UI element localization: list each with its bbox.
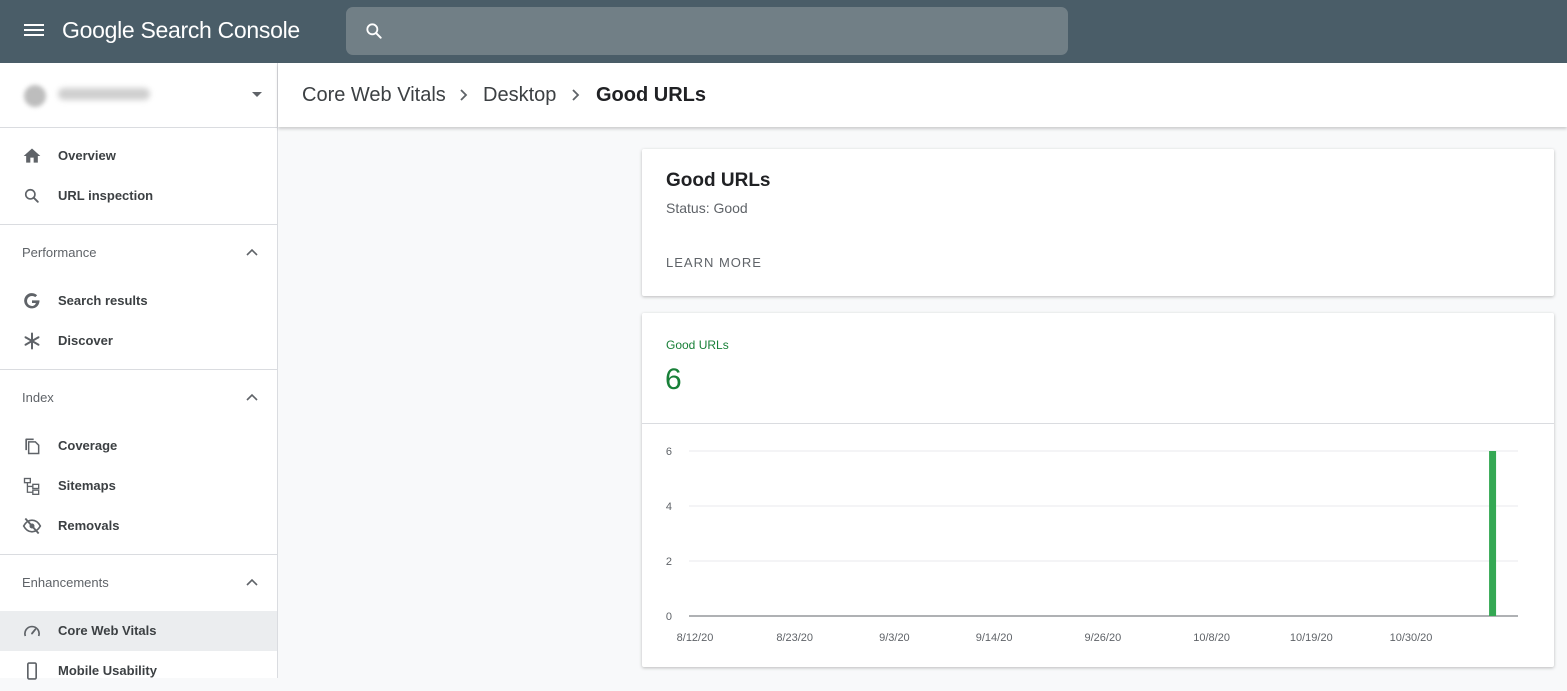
sidebar-item-label: Search results	[58, 293, 148, 308]
chevron-up-icon[interactable]	[245, 247, 259, 257]
property-favicon	[24, 85, 46, 107]
group-header-enhancements[interactable]: Enhancements	[0, 555, 277, 611]
chevron-up-icon[interactable]	[245, 577, 259, 587]
bar	[1489, 451, 1497, 616]
sidebar-item-sitemaps[interactable]: Sitemaps	[0, 466, 277, 506]
sidebar-item-label: Overview	[58, 148, 116, 163]
x-tick-label: 10/19/20	[1290, 632, 1333, 644]
arrow-drop-down-icon[interactable]	[252, 92, 262, 97]
y-tick-label: 0	[666, 611, 672, 623]
page-title: Good URLs	[596, 84, 706, 106]
nav-group-performance: Performance Search results Discover	[0, 225, 277, 370]
metric-label[interactable]: Good URLs	[666, 338, 729, 352]
sidebar-item-removals[interactable]: Removals	[0, 506, 277, 546]
group-header-performance[interactable]: Performance	[0, 225, 277, 281]
sidebar-item-mobile-usability[interactable]: Mobile Usability	[0, 651, 277, 691]
good-urls-chart: 0 2 4 6 8/12/20 8/23/20 9/3/20 9/14/20 9/26/20 10…	[666, 446, 1518, 644]
property-name	[58, 88, 150, 100]
sitemap-icon	[23, 477, 40, 495]
nav-group-enhancements: Enhancements Core Web Vitals Mobile Usab…	[0, 555, 277, 691]
sidebar-item-url-inspection[interactable]: URL inspection	[0, 176, 277, 216]
x-tick-label: 10/8/20	[1193, 632, 1230, 644]
copy-pages-icon	[25, 438, 40, 455]
search-input[interactable]	[346, 7, 1068, 55]
card-title: Good URLs	[666, 170, 771, 191]
chevron-right-icon	[460, 89, 468, 101]
sidebar-item-label: Discover	[58, 333, 113, 348]
visibility-off-icon	[22, 517, 42, 535]
x-tick-label: 9/26/20	[1084, 632, 1121, 644]
breadcrumb: Core Web Vitals Desktop Good URLs	[278, 63, 1567, 127]
home-icon	[23, 148, 41, 163]
app-title[interactable]: Google Search Console	[62, 17, 300, 44]
chevron-right-icon	[572, 89, 580, 101]
nav-group-top: Overview URL inspection	[0, 128, 277, 225]
sidebar-item-search-results[interactable]: Search results	[0, 281, 277, 321]
y-tick-label: 6	[666, 446, 672, 458]
nav-group-index: Index Coverage Sitemaps Removals	[0, 370, 277, 555]
x-tick-label: 8/12/20	[677, 632, 714, 644]
sidebar-item-core-web-vitals[interactable]: Core Web Vitals	[0, 611, 277, 651]
sidebar-item-label: Core Web Vitals	[58, 623, 157, 638]
search-icon	[24, 188, 39, 203]
property-selector[interactable]	[0, 63, 277, 128]
group-title: Index	[22, 390, 54, 405]
status-info-card: Good URLs Status: Good LEARN MORE	[642, 149, 1554, 296]
metric-value: 6	[665, 363, 682, 396]
smartphone-icon	[27, 662, 37, 680]
search-icon[interactable]	[364, 21, 384, 41]
app-bar: Google Search Console	[0, 0, 1567, 63]
y-tick-label: 2	[666, 556, 672, 568]
sidebar-item-overview[interactable]: Overview	[0, 136, 277, 176]
x-tick-label: 9/14/20	[976, 632, 1013, 644]
google-g-icon	[24, 293, 40, 309]
asterisk-icon	[24, 332, 40, 350]
group-title: Performance	[22, 245, 97, 260]
breadcrumb-desktop[interactable]: Desktop	[483, 84, 556, 107]
sidebar-item-discover[interactable]: Discover	[0, 321, 277, 361]
x-tick-label: 9/3/20	[879, 632, 910, 644]
chart-card: Good URLs 6 0 2 4 6 8/12/20 8/23/20 9/3/20 9/14…	[642, 313, 1554, 667]
sidebar: Overview URL inspection Performance Sear…	[0, 63, 278, 680]
breadcrumb-core-web-vitals[interactable]: Core Web Vitals	[302, 84, 446, 107]
sidebar-item-label: Sitemaps	[58, 478, 116, 493]
chevron-up-icon[interactable]	[245, 392, 259, 402]
sidebar-item-label: URL inspection	[58, 188, 154, 203]
learn-more-button[interactable]: LEARN MORE	[666, 255, 762, 270]
sidebar-item-coverage[interactable]: Coverage	[0, 426, 277, 466]
group-header-index[interactable]: Index	[0, 370, 277, 426]
x-tick-label: 10/30/20	[1390, 632, 1433, 644]
y-tick-label: 4	[666, 501, 672, 513]
status-text: Status: Good	[666, 200, 748, 216]
x-tick-label: 8/23/20	[776, 632, 813, 644]
menu-icon[interactable]	[22, 21, 46, 41]
sidebar-item-label: Coverage	[58, 438, 118, 453]
group-title: Enhancements	[22, 575, 109, 590]
speedometer-icon	[24, 625, 40, 637]
sidebar-item-label: Mobile Usability	[58, 663, 157, 678]
sidebar-item-label: Removals	[58, 518, 120, 533]
